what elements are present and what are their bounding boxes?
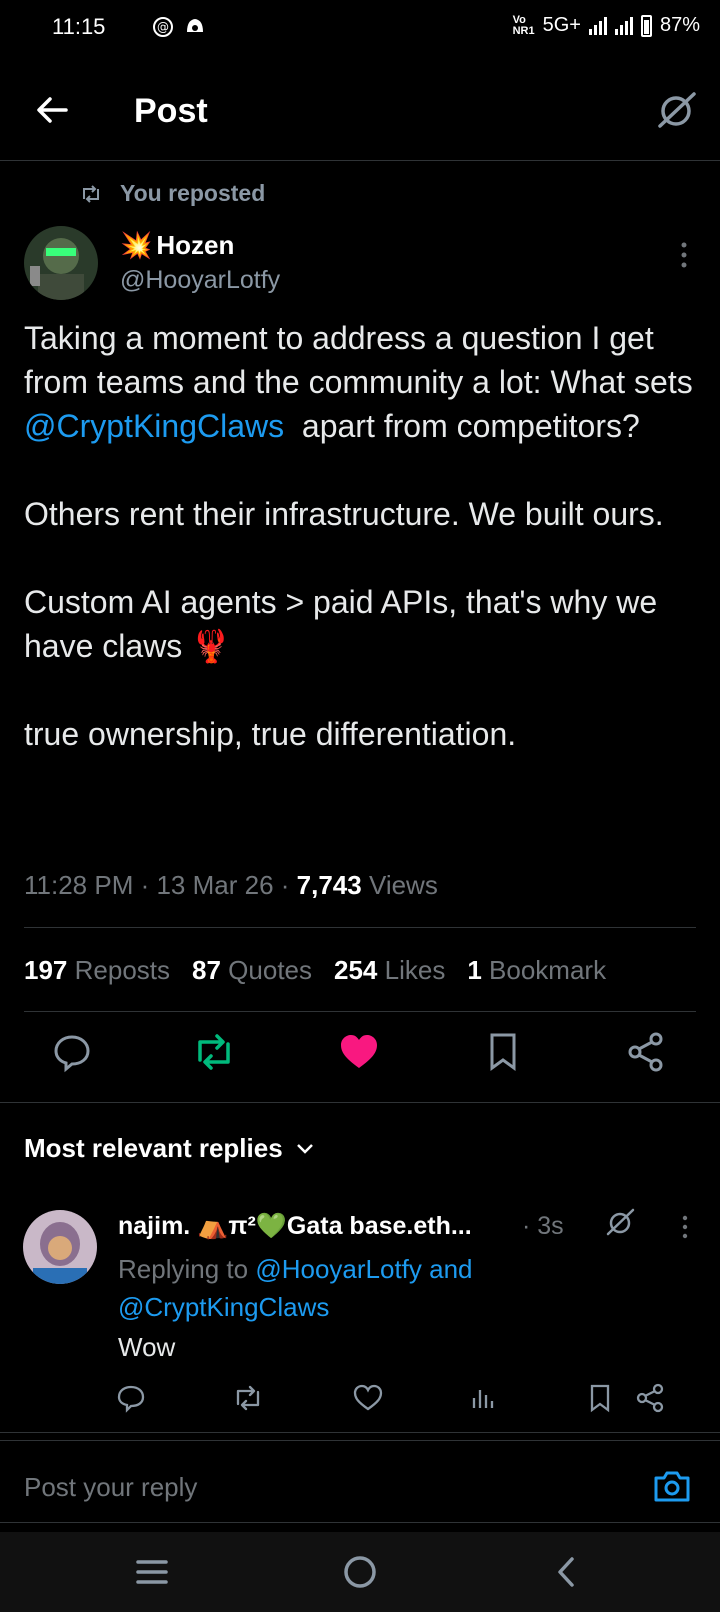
reply-bookmark-icon[interactable] [584,1382,616,1414]
bookmarks-label: Bookmark [489,955,607,985]
volte-icon: Vo NR1 [512,13,535,37]
repost-label: You reposted [120,180,266,206]
signal-strength-icon-2 [614,16,633,35]
battery-percent: 87% [659,14,700,36]
actions-divider [0,1102,720,1103]
status-notification-icons: @ [152,16,206,38]
reply-input[interactable]: Post your reply [24,1472,197,1503]
quotes-label: Quotes [228,955,312,985]
reply-views-icon[interactable] [466,1382,498,1414]
like-icon[interactable] [337,1030,381,1074]
bookmarks-stat[interactable]: 1 Bookmark [467,955,606,986]
app-notification-icon [187,19,203,32]
post-stats: 197 Reposts 87 Quotes 254 Likes 1 Bookma… [24,955,606,986]
composer-top-divider [0,1440,720,1441]
replies-sort-label: Most relevant replies [24,1133,283,1163]
meta-divider [24,927,696,928]
page-title: Post [134,92,208,130]
chevron-down-icon [296,1143,313,1154]
threads-icon: @ [153,17,173,37]
recent-apps-icon[interactable] [132,1554,172,1590]
reply-body: Wow [118,1332,176,1362]
reply-more-options-icon[interactable] [680,1214,690,1240]
replying-prefix: Replying to [118,1254,256,1284]
post-timestamp: 11:28 PM · 13 Mar 26 · [24,870,297,900]
status-right-group: Vo NR1 5G+ 87% [513,14,700,37]
author-handle[interactable]: @HooyarLotfy [120,266,280,295]
author-name-row[interactable]: 💥 Hozen [120,230,234,261]
grok-icon[interactable] [604,1206,636,1238]
reply-author-name[interactable]: najim. ⛺π²💚Gata base.eth... [118,1212,472,1241]
views-label: Views [361,870,438,900]
repost-icon [83,184,99,203]
author-emoji: 💥 [120,230,153,260]
back-arrow-icon[interactable] [34,92,70,128]
reply-icon[interactable] [50,1030,94,1074]
quotes-stat[interactable]: 87 Quotes [192,955,312,986]
reposts-stat[interactable]: 197 Reposts [24,955,170,986]
network-type: 5G+ [542,14,581,36]
home-icon[interactable] [340,1554,380,1590]
reply-share-icon[interactable] [634,1382,666,1414]
stats-divider [24,1011,696,1012]
post-mention-link[interactable]: @CryptKingClaws [24,408,284,444]
reply-comment-icon[interactable] [115,1382,147,1414]
repost-action-icon[interactable] [192,1030,236,1074]
replying-to: Replying to @HooyarLotfy and @CryptKingC… [118,1250,678,1326]
quotes-count: 87 [192,955,221,985]
camera-icon[interactable] [652,1466,692,1506]
bookmark-icon[interactable] [481,1030,525,1074]
likes-count: 254 [334,955,378,985]
likes-label: Likes [384,955,446,985]
repost-indicator: You reposted [80,180,265,207]
reply-timestamp: · 3s [522,1212,564,1240]
post-body-text-1: Taking a moment to address a question I … [24,320,702,400]
status-time: 11:15 [52,14,106,39]
views-count: 7,743 [296,870,362,900]
reply-avatar[interactable] [23,1210,97,1284]
system-nav-bar [0,1532,720,1612]
svg-text:@: @ [157,20,169,34]
header-divider [0,160,720,161]
post-body: Taking a moment to address a question I … [24,316,696,756]
author-avatar[interactable] [24,226,98,300]
replies-sort-dropdown[interactable]: Most relevant replies [24,1133,315,1164]
post-body-text-2: apart from competitors? Others rent thei… [24,408,664,752]
post-actions [0,1030,720,1080]
battery-icon [640,14,652,37]
reposts-label: Reposts [74,955,171,985]
post-meta: 11:28 PM · 13 Mar 26 · 7,743 Views [24,870,438,901]
likes-stat[interactable]: 254 Likes [334,955,445,986]
composer-bottom-divider [0,1522,720,1523]
reply-actions [115,1382,688,1418]
reposts-count: 197 [24,955,68,985]
bookmarks-count: 1 [467,955,482,985]
author-name: Hozen [156,230,235,260]
grok-icon[interactable] [654,88,698,132]
more-options-icon[interactable] [678,240,690,270]
reply-divider [0,1432,720,1433]
reply-repost-icon[interactable] [232,1382,264,1414]
back-nav-icon[interactable] [548,1554,588,1590]
signal-strength-icon [588,16,607,35]
share-icon[interactable] [624,1030,668,1074]
reply-like-icon[interactable] [352,1382,384,1414]
